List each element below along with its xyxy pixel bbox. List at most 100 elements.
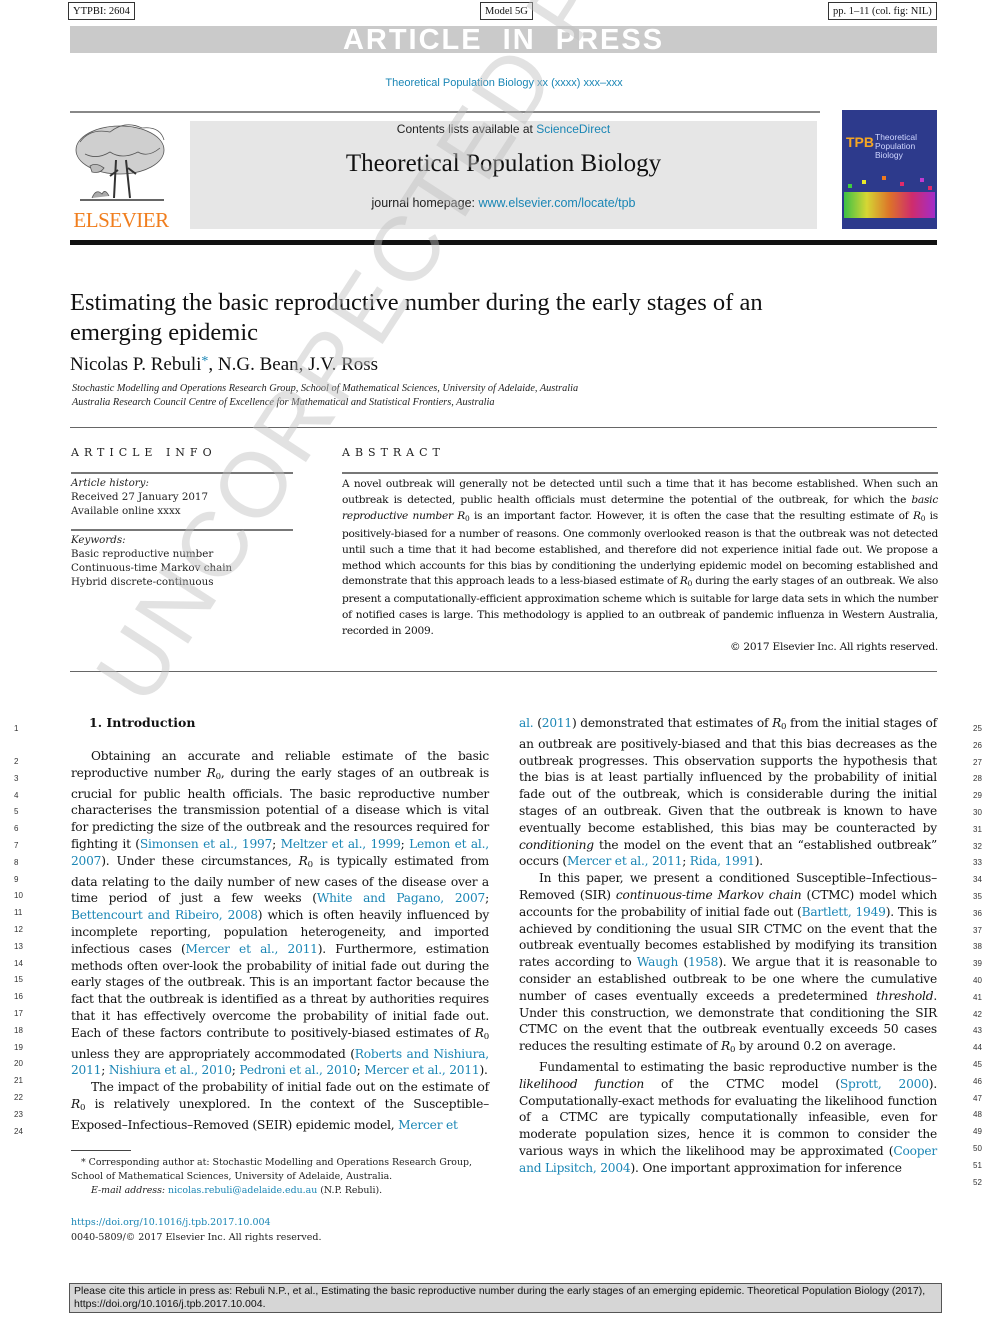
- line-number: 42: [973, 1009, 982, 1019]
- line-number: 39: [973, 959, 982, 969]
- co-authors: , N.G. Bean, J.V. Ross: [208, 354, 379, 375]
- citation-link[interactable]: Waugh: [637, 955, 678, 969]
- line-number: 2: [14, 757, 19, 766]
- body-column-right: al. (2011) demonstrated that estimates o…: [519, 715, 937, 1177]
- line-number: 7: [14, 841, 19, 850]
- article-title: Estimating the basic reproductive number…: [70, 289, 763, 346]
- line-number: 49: [973, 1127, 982, 1137]
- footnote-rule: [71, 1150, 131, 1151]
- line-number: 46: [973, 1076, 982, 1086]
- line-number: 4: [14, 790, 19, 800]
- line-number: 26: [973, 740, 982, 750]
- section-divider: [70, 671, 937, 672]
- line-number: 10: [14, 891, 23, 901]
- citation-link[interactable]: Rida, 1991: [690, 854, 755, 868]
- affiliation: Australia Research Council Centre of Exc…: [72, 397, 495, 408]
- line-number: 35: [973, 892, 982, 901]
- doi-link[interactable]: https://doi.org/10.1016/j.tpb.2017.10.00…: [71, 1216, 322, 1231]
- author-email-link[interactable]: nicolas.rebuli@adelaide.edu.au: [168, 1185, 317, 1196]
- journal-cover-thumbnail: TPB Theoretical Population Biology: [842, 110, 937, 229]
- doi-block: https://doi.org/10.1016/j.tpb.2017.10.00…: [71, 1216, 322, 1245]
- line-number: 51: [973, 1160, 982, 1170]
- introduction-heading: 1. Introduction: [89, 715, 196, 730]
- line-number: 23: [14, 1109, 23, 1119]
- line-number: 18: [14, 1025, 23, 1035]
- citation-link[interactable]: al.: [519, 716, 534, 730]
- line-number: 1: [14, 724, 19, 733]
- citation-link[interactable]: 2011: [542, 716, 572, 730]
- article-history: Article history: Received 27 January 201…: [71, 477, 209, 517]
- cover-title: Theoretical Population Biology: [875, 132, 918, 160]
- article-in-press-banner: ARTICLE IN PRESS: [70, 26, 937, 55]
- line-number: 21: [14, 1076, 23, 1086]
- body-column-left: Obtaining an accurate and reliable estim…: [71, 748, 489, 1134]
- keyword: Continuous-time Markov chain: [71, 562, 233, 574]
- cover-abbrev: TPB: [846, 134, 874, 150]
- journal-reference: Theoretical Population Biology xx (xxxx)…: [385, 77, 623, 89]
- keywords-rule: [71, 529, 293, 531]
- line-number: 22: [14, 1093, 23, 1102]
- line-number: 29: [973, 791, 982, 801]
- citation-link[interactable]: 1958: [688, 955, 718, 969]
- line-number: 37: [973, 925, 982, 935]
- elsevier-wordmark: ELSEVIER: [73, 208, 169, 232]
- line-number: 33: [973, 858, 982, 868]
- line-number: 47: [973, 1093, 982, 1103]
- sciencedirect-link[interactable]: ScienceDirect: [536, 122, 610, 136]
- pages-label: pp. 1–11 (col. fig: NIL): [828, 2, 937, 20]
- citation-link[interactable]: Pedroni et al., 2010: [239, 1063, 356, 1077]
- line-number: 44: [973, 1043, 982, 1053]
- paragraph: Obtaining an accurate and reliable estim…: [71, 749, 490, 1078]
- line-number: 19: [14, 1042, 23, 1052]
- citation-link[interactable]: Mercer et al., 2011: [186, 942, 318, 956]
- line-number: 12: [14, 925, 23, 934]
- line-number: 34: [973, 875, 982, 885]
- line-number: 13: [14, 941, 23, 951]
- article-info-heading: ARTICLE INFO: [71, 446, 217, 459]
- issn-copyright: 0040-5809/© 2017 Elsevier Inc. All right…: [71, 1231, 322, 1243]
- author-list: Nicolas P. Rebuli*, N.G. Bean, J.V. Ross: [70, 354, 378, 376]
- line-number: 52: [973, 1177, 982, 1187]
- line-number: 41: [973, 992, 982, 1002]
- line-number: 31: [973, 824, 982, 834]
- citation-link[interactable]: Meltzer et al., 1999: [281, 837, 401, 851]
- citation-link[interactable]: Mercer et: [398, 1118, 458, 1132]
- abstract-heading: ABSTRACT: [342, 446, 445, 459]
- line-number: 11: [14, 908, 23, 918]
- citation-link[interactable]: Bartlett, 1949: [802, 905, 886, 919]
- author-name[interactable]: Nicolas P. Rebuli: [70, 354, 201, 375]
- line-number: 48: [973, 1110, 982, 1120]
- journal-homepage-line: journal homepage: www.elsevier.com/locat…: [371, 196, 636, 210]
- cover-pixel-graphic: [844, 176, 935, 218]
- citation-link[interactable]: Mercer et al., 2011: [364, 1063, 479, 1077]
- line-number: 43: [973, 1026, 982, 1036]
- citation-link[interactable]: Bettencourt and Ribeiro, 2008: [71, 908, 258, 922]
- line-number: 3: [14, 773, 19, 783]
- journal-homepage-link[interactable]: www.elsevier.com/locate/tpb: [479, 196, 636, 210]
- model-label: Model 5G: [480, 2, 533, 20]
- line-number: 27: [973, 757, 982, 767]
- cite-this-article-box: Please cite this article in press as: Re…: [69, 1283, 942, 1313]
- journal-title: Theoretical Population Biology: [345, 150, 662, 177]
- citation-link[interactable]: Mercer et al., 2011: [567, 854, 682, 868]
- line-number: 28: [973, 774, 982, 784]
- keywords-list: Keywords: Basic reproductive number Cont…: [71, 534, 233, 588]
- line-number: 16: [14, 992, 23, 1002]
- citation-link[interactable]: Sprott, 2000: [840, 1077, 929, 1091]
- manuscript-id-label: YTPBI: 2604: [68, 2, 135, 20]
- line-number: 25: [973, 724, 982, 733]
- section-divider: [70, 427, 937, 428]
- line-number: 40: [973, 976, 982, 985]
- masthead-bottom-rule: [70, 240, 937, 245]
- line-number: 5: [14, 807, 19, 817]
- line-number: 38: [973, 942, 982, 952]
- paragraph: The impact of the probability of initial…: [71, 1080, 489, 1132]
- paragraph: In this paper, we present a conditioned …: [519, 871, 937, 1056]
- contents-line: Contents lists available at ScienceDirec…: [396, 122, 611, 136]
- line-number: 45: [973, 1060, 982, 1069]
- citation-link[interactable]: White and Pagano, 2007: [317, 891, 485, 905]
- line-number: 6: [14, 824, 19, 834]
- citation-link[interactable]: Simonsen et al., 1997: [140, 837, 272, 851]
- citation-link[interactable]: Nishiura et al., 2010: [109, 1063, 232, 1077]
- line-number: 36: [973, 908, 982, 918]
